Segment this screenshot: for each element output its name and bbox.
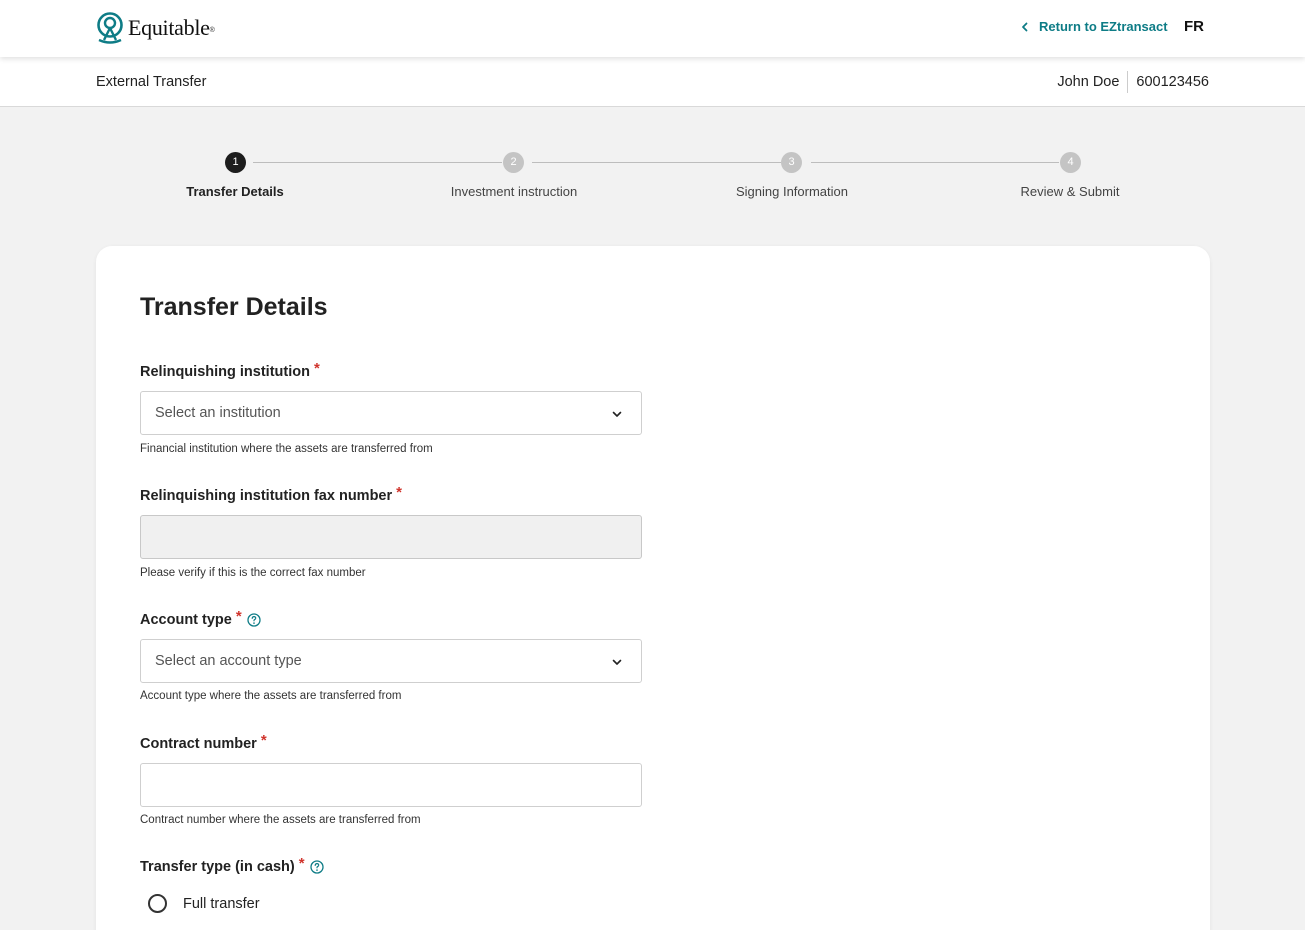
fax-number-label: Relinquishing institution fax number * [140, 484, 402, 505]
user-info-divider [1127, 71, 1129, 93]
contract-number-helper-text: Contract number where the assets are tra… [140, 814, 421, 826]
help-icon[interactable] [309, 860, 324, 874]
step-4-indicator: 4 [1060, 152, 1081, 173]
account-number: 600123456 [1136, 74, 1209, 90]
full-transfer-label: Full transfer [183, 895, 260, 912]
fax-number-helper-text: Please verify if this is the correct fax… [140, 567, 366, 579]
institution-label: Relinquishing institution * [140, 360, 320, 381]
step-2-label: Investment instruction [450, 184, 578, 199]
required-indicator: * [396, 484, 402, 501]
trademark-mark: ® [209, 26, 215, 34]
page-context-title: External Transfer [96, 74, 207, 90]
required-indicator: * [313, 360, 320, 377]
institution-select[interactable]: Select an institution [140, 391, 642, 435]
fax-number-field [140, 515, 642, 559]
contract-number-label-text: Contract number [140, 736, 257, 752]
institution-helper-text: Financial institution where the assets a… [140, 443, 433, 455]
stepper-connector [253, 162, 502, 163]
user-name: John Doe [1057, 74, 1120, 90]
user-info: John Doe 600123456 [1057, 71, 1209, 93]
institution-label-text: Relinquishing institution [140, 364, 310, 380]
step-1-label: Transfer Details [186, 184, 284, 199]
required-indicator: * [260, 732, 267, 749]
fax-number-label-text: Relinquishing institution fax number [140, 488, 393, 504]
required-indicator: * [298, 855, 305, 872]
equitable-logo-icon [97, 12, 123, 44]
full-transfer-radio-option[interactable]: Full transfer [148, 894, 260, 913]
account-type-select-placeholder: Select an account type [155, 653, 302, 669]
account-type-select[interactable]: Select an account type [140, 639, 642, 683]
language-toggle[interactable]: FR [1184, 18, 1204, 35]
transfer-details-card: Transfer Details Relinquishing instituti… [96, 246, 1210, 930]
top-navigation-bar: Equitable ® Return to EZtransact FR [0, 0, 1305, 57]
institution-select-placeholder: Select an institution [155, 405, 281, 421]
transfer-type-label: Transfer type (in cash) * [140, 855, 324, 876]
contract-number-input[interactable] [140, 763, 642, 807]
transfer-type-label-text: Transfer type (in cash) [140, 859, 295, 875]
stepper-connector [532, 162, 781, 163]
page-title: Transfer Details [140, 293, 328, 321]
account-type-label: Account type * [140, 608, 261, 629]
step-4-label: Review & Submit [1020, 184, 1120, 199]
account-type-helper-text: Account type where the assets are transf… [140, 690, 402, 702]
return-to-eztransact-link[interactable]: Return to EZtransact [1020, 19, 1168, 34]
chevron-down-icon [612, 411, 622, 417]
help-icon[interactable] [247, 613, 261, 627]
step-2-indicator: 2 [503, 152, 524, 173]
progress-stepper: 1 2 3 4 Transfer Details Investment inst… [0, 150, 1305, 210]
contract-number-label: Contract number * [140, 732, 267, 753]
required-indicator: * [235, 608, 242, 625]
return-link-label: Return to EZtransact [1039, 19, 1168, 34]
full-transfer-radio[interactable] [148, 894, 167, 913]
step-3-label: Signing Information [735, 184, 848, 199]
page-subheader: External Transfer John Doe 600123456 [0, 57, 1305, 107]
step-1-indicator: 1 [225, 152, 246, 173]
account-type-label-text: Account type [140, 612, 232, 628]
stepper-connector [811, 162, 1059, 163]
equitable-logo[interactable]: Equitable ® [95, 12, 215, 44]
chevron-down-icon [612, 659, 622, 665]
chevron-left-icon [1022, 22, 1028, 31]
logo-wordmark: Equitable [128, 15, 210, 40]
step-3-indicator: 3 [781, 152, 802, 173]
